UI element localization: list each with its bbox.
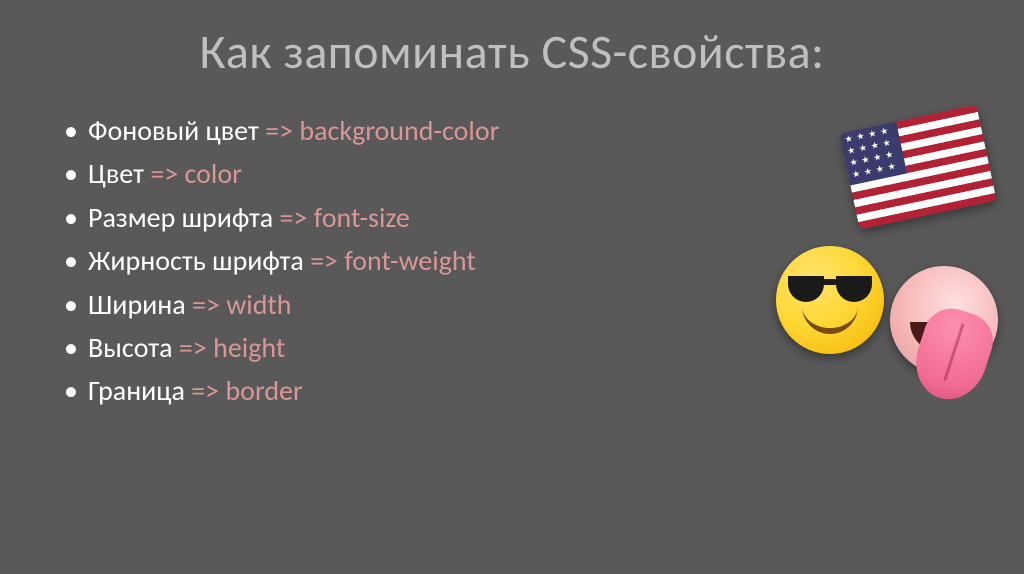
sunglasses-smiley-icon [776,246,884,354]
emoji-cluster [768,118,988,378]
css-property: font-weight [344,243,475,278]
arrow-icon: => [192,287,220,322]
css-property: color [185,156,242,191]
slide: Как запоминать CSS-свойства: Фоновый цве… [0,0,1024,574]
arrow-icon: => [310,243,338,278]
slide-title: Как запоминать CSS-свойства: [52,22,972,81]
ru-term: Жирность шрифта [88,243,304,278]
arrow-icon: => [280,200,308,235]
tongue-face-icon [890,266,998,374]
css-property: width [226,287,291,322]
arrow-icon: => [150,156,178,191]
us-flag-icon [839,105,996,230]
css-property: background-color [299,113,499,148]
arrow-icon: => [265,113,293,148]
arrow-icon: => [179,330,207,365]
ru-term: Цвет [88,156,144,191]
ru-term: Ширина [88,287,186,322]
css-property: font-size [314,200,410,235]
ru-term: Фоновый цвет [88,113,259,148]
ru-term: Размер шрифта [88,200,273,235]
ru-term: Граница [88,373,185,408]
ru-term: Высота [88,330,173,365]
arrow-icon: => [191,373,219,408]
css-property: border [225,373,302,408]
css-property: height [213,330,285,365]
